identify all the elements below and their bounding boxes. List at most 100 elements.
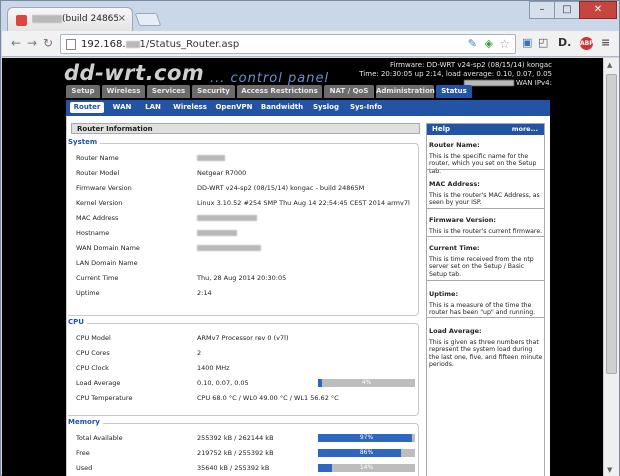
table-row: CPU Clock 1400 MHz bbox=[76, 362, 416, 374]
extension-icon[interactable]: ◰ bbox=[538, 36, 548, 49]
table-row: Free 219752 kB / 255392 kB 86% bbox=[76, 447, 416, 459]
table-row: Hostname bbox=[76, 227, 416, 239]
subtab-lan[interactable]: LAN bbox=[140, 102, 166, 113]
adblock-icon[interactable]: ABP bbox=[580, 37, 594, 50]
table-row: Router Model Netgear R7000 bbox=[76, 167, 416, 179]
row-label: Firmware Version bbox=[76, 184, 132, 192]
progress-label: 4% bbox=[361, 379, 372, 386]
scroll-down-icon[interactable]: ▼ bbox=[607, 466, 612, 474]
help-header: Help more... bbox=[427, 124, 544, 135]
redacted-text bbox=[32, 14, 62, 23]
reload-icon[interactable]: ↻ bbox=[40, 36, 56, 50]
table-row: Used 35640 kB / 255392 kB 14% bbox=[76, 462, 416, 474]
row-value: Netgear R7000 bbox=[197, 169, 247, 177]
row-value-redacted bbox=[197, 212, 257, 224]
subtab-router[interactable]: Router bbox=[70, 102, 104, 113]
extension-icon[interactable]: ▣ bbox=[522, 36, 532, 49]
row-label: LAN Domain Name bbox=[76, 259, 138, 267]
bookmark-star-icon[interactable]: ☆ bbox=[499, 37, 510, 51]
row-label: Current Time bbox=[76, 274, 119, 282]
subtab-syslog[interactable]: Syslog bbox=[310, 102, 342, 113]
help-more-link[interactable]: more... bbox=[512, 124, 538, 135]
page-scrollbar[interactable]: ▲ ▼ bbox=[603, 58, 619, 476]
tab-status[interactable]: Status bbox=[436, 85, 472, 98]
tab-title-text: (build 24865M) bbox=[62, 14, 118, 24]
row-label: MAC Address bbox=[76, 214, 119, 222]
row-value: 1400 MHz bbox=[197, 364, 230, 372]
subtab-openvpn[interactable]: OpenVPN bbox=[214, 102, 254, 113]
extension-d-icon[interactable]: D. bbox=[558, 36, 571, 49]
firmware-line: Firmware: DD-WRT v24-sp2 (08/15/14) kong… bbox=[389, 61, 552, 69]
divider bbox=[427, 236, 544, 237]
table-row: Uptime 2:14 bbox=[76, 287, 416, 299]
browser-tab[interactable]: (build 24865M) × bbox=[7, 7, 133, 31]
time-line: Time: 20:30:05 up 2:14, load average: 0.… bbox=[359, 70, 552, 78]
main-column: Router Information System Router Name Ro… bbox=[67, 116, 424, 476]
memory-legend: Memory bbox=[68, 418, 103, 426]
back-icon[interactable]: ← bbox=[8, 36, 24, 50]
page-content: dd-wrt.com ... control panel Firmware: D… bbox=[2, 58, 619, 476]
row-value: 2:14 bbox=[197, 289, 212, 297]
divider bbox=[427, 280, 544, 281]
subtab-wireless[interactable]: Wireless bbox=[170, 102, 210, 113]
table-row: LAN Domain Name bbox=[76, 257, 416, 269]
memory-section: Memory Total Available 255392 kB / 262144… bbox=[68, 418, 419, 476]
tab-security[interactable]: Security bbox=[192, 85, 235, 98]
close-icon[interactable]: × bbox=[118, 13, 126, 24]
sub-tabs: Router WAN LAN Wireless OpenVPN Bandwidt… bbox=[66, 100, 550, 116]
progress-label: 14% bbox=[359, 464, 374, 471]
row-label: Load Average bbox=[76, 379, 121, 387]
divider bbox=[427, 169, 544, 170]
tab-nat-qos[interactable]: NAT / QoS bbox=[324, 85, 374, 98]
minimize-button[interactable]: – bbox=[529, 1, 555, 19]
row-value: CPU 68.0 °C / WL0 49.00 °C / WL1 56.62 °… bbox=[197, 394, 339, 402]
subtab-bandwidth[interactable]: Bandwidth bbox=[258, 102, 306, 113]
new-tab-button[interactable] bbox=[134, 13, 162, 26]
shield-icon[interactable]: ◈ bbox=[485, 37, 493, 50]
tab-title: (build 24865M) bbox=[32, 14, 118, 24]
help-item: MAC Address: This is the router's MAC Add… bbox=[429, 180, 540, 206]
memory-progress-bar: 14% bbox=[318, 464, 415, 472]
site-header: dd-wrt.com ... control panel Firmware: D… bbox=[2, 58, 602, 98]
scroll-up-icon[interactable]: ▲ bbox=[607, 61, 612, 69]
menu-icon[interactable]: ≡ bbox=[601, 36, 610, 49]
table-row: Router Name bbox=[76, 152, 416, 164]
table-row: CPU Model ARMv7 Processor rev 0 (v7l) bbox=[76, 332, 416, 344]
tab-wireless[interactable]: Wireless bbox=[102, 85, 145, 98]
subtab-sys-info[interactable]: Sys-Info bbox=[346, 102, 386, 113]
tab-services[interactable]: Services bbox=[147, 85, 190, 98]
maximize-button[interactable]: □ bbox=[554, 1, 580, 19]
row-label: Uptime bbox=[76, 289, 100, 297]
row-value: Thu, 28 Aug 2014 20:30:05 bbox=[197, 274, 287, 282]
system-section: System Router Name Router Model Netgear R… bbox=[68, 138, 419, 316]
browser-window: (build 24865M) × – □ ✕ ← → ↻ 192.168.1/S… bbox=[0, 0, 620, 476]
forward-icon[interactable]: → bbox=[24, 36, 40, 50]
help-item: Current Time: This is time received from … bbox=[429, 244, 534, 278]
row-label: CPU Cores bbox=[76, 349, 110, 357]
tab-administration[interactable]: Administration bbox=[376, 85, 435, 98]
tab-access-restrictions[interactable]: Access Restrictions bbox=[237, 85, 322, 98]
row-label: Hostname bbox=[76, 229, 110, 237]
row-value: ARMv7 Processor rev 0 (v7l) bbox=[197, 334, 289, 342]
memory-progress-bar: 97% bbox=[318, 434, 415, 442]
cpu-section: CPU CPU Model ARMv7 Processor rev 0 (v7l)… bbox=[68, 318, 419, 416]
window-close-button[interactable]: ✕ bbox=[579, 1, 617, 19]
table-row: WAN Domain Name bbox=[76, 242, 416, 254]
help-panel: Help more... Router Name: This is the spec… bbox=[426, 123, 545, 476]
tab-setup[interactable]: Setup bbox=[66, 85, 100, 98]
progress-label: 97% bbox=[359, 434, 374, 441]
cpu-legend: CPU bbox=[68, 318, 87, 326]
table-row: Firmware Version DD-WRT v24-sp2 (08/15/14… bbox=[76, 182, 416, 194]
scroll-thumb[interactable] bbox=[606, 74, 617, 374]
row-label: Router Model bbox=[76, 169, 120, 177]
address-bar[interactable]: 192.168. 1/Status_Router.asp ✎ ◈ ☆ bbox=[60, 34, 516, 54]
row-label: WAN Domain Name bbox=[76, 244, 140, 252]
memory-progress-bar: 86% bbox=[318, 449, 415, 457]
row-value: 219752 kB / 255392 kB bbox=[197, 449, 274, 457]
table-row: Load Average 0.10, 0.07, 0.05 4% bbox=[76, 377, 416, 389]
load-progress-bar: 4% bbox=[318, 379, 415, 387]
row-value: DD-WRT v24-sp2 (08/15/14) kongac - build… bbox=[197, 184, 365, 192]
subtab-wan[interactable]: WAN bbox=[108, 102, 136, 113]
translate-icon[interactable]: ✎ bbox=[468, 37, 477, 50]
divider bbox=[427, 208, 544, 209]
